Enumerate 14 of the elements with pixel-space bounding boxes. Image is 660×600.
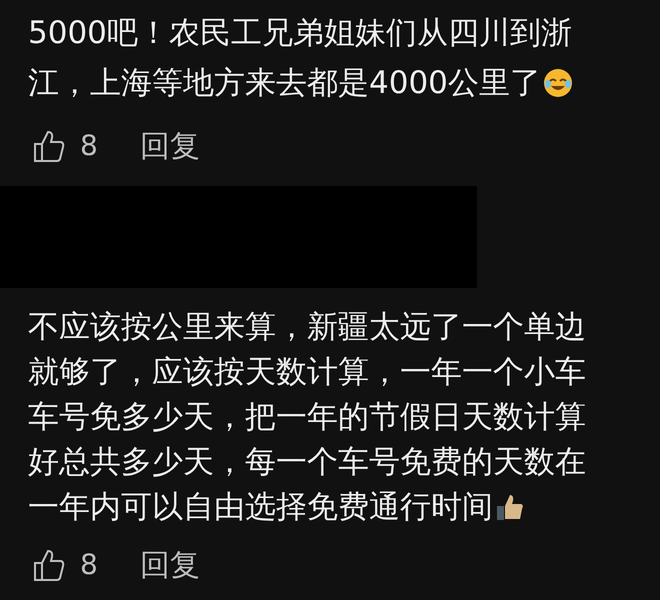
like-count: 8 xyxy=(80,547,99,583)
comment-text-line: 不应该按公里来算，新疆太远了一个单边 xyxy=(28,308,586,346)
comment-text-line: 一年内可以自由选择免费通行时间 xyxy=(28,488,493,526)
reply-button[interactable]: 回复 xyxy=(140,542,200,588)
comment-text-line: 车号免多少天，把一年的节假日天数计算 xyxy=(28,398,586,436)
reply-button[interactable]: 回复 xyxy=(140,124,200,168)
laughing-face-icon xyxy=(542,68,573,98)
comment-text-line: 就够了，应该按天数计算，一年一个小车 xyxy=(28,352,586,392)
comment-text-line: 5000吧！农民工兄弟姐妹们从四川到浙 xyxy=(28,14,572,53)
comment-text-line: 好总共多少天，每一个车号免费的天数在 xyxy=(28,442,586,482)
like-count: 8 xyxy=(80,128,99,164)
thumbs-up-icon[interactable] xyxy=(32,129,66,163)
thumbs-up-icon[interactable] xyxy=(32,548,66,582)
comment-text-line: 江，上海等地方来去都是4000公里了 xyxy=(28,64,541,103)
